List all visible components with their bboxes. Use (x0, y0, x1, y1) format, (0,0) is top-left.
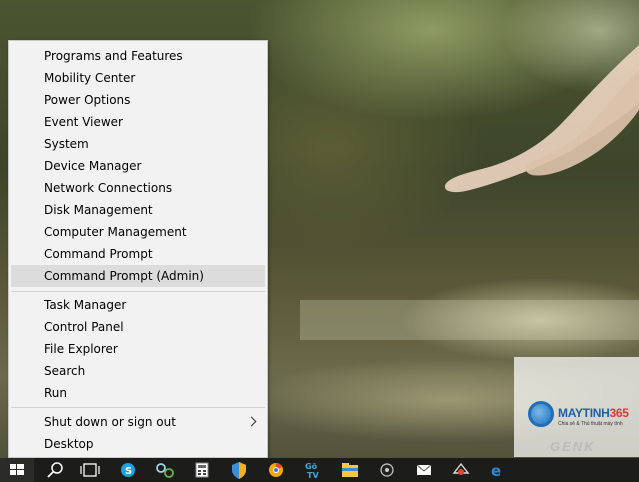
taskbar: S Gõ TV e (0, 458, 639, 482)
go-tv-icon: Gõ TV (305, 462, 319, 480)
network-apps-icon (156, 463, 174, 478)
menu-item-label: Disk Management (44, 203, 153, 217)
mail-icon (416, 464, 432, 475)
watermark-brand: MAYTINH (558, 406, 610, 420)
menu-item-mobility-center[interactable]: Mobility Center (11, 67, 265, 89)
menu-item-search[interactable]: Search (11, 360, 265, 382)
taskbar-mail[interactable] (406, 458, 443, 482)
menu-item-label: Network Connections (44, 181, 173, 195)
taskbar-shield-app[interactable] (221, 458, 258, 482)
menu-item-programs-and-features[interactable]: Programs and Features (11, 45, 265, 67)
calculator-icon (195, 462, 209, 478)
task-view-button[interactable] (72, 458, 109, 482)
search-icon (47, 462, 63, 478)
menu-item-run[interactable]: Run (11, 382, 265, 404)
menu-item-label: Run (44, 386, 68, 400)
task-view-icon (80, 463, 100, 477)
menu-item-label: Event Viewer (44, 115, 123, 129)
menu-item-label: Power Options (44, 93, 131, 107)
search-button[interactable] (37, 458, 74, 482)
watermark-tagline: Chia sẻ & Thủ thuật máy tính (558, 421, 623, 427)
menu-item-label: Command Prompt (Admin) (44, 269, 204, 283)
menu-item-label: Task Manager (44, 298, 127, 312)
chrome-canary-icon (269, 463, 283, 477)
watermark-brand-number: 365 (609, 406, 629, 420)
menu-item-label: File Explorer (44, 342, 118, 356)
menu-item-desktop[interactable]: Desktop (11, 433, 265, 455)
menu-item-command-prompt-admin[interactable]: Command Prompt (Admin) (11, 265, 265, 287)
watermark-logo: MAYTINH365 Chia sẻ & Thủ thuật máy tính … (514, 357, 639, 457)
menu-item-disk-management[interactable]: Disk Management (11, 199, 265, 221)
menu-item-label: Computer Management (44, 225, 187, 239)
taskbar-calculator[interactable] (184, 458, 221, 482)
media-app-icon (380, 463, 394, 477)
watermark-corner-text: GENK (550, 439, 596, 454)
menu-item-label: System (44, 137, 89, 151)
globe-logo-icon (528, 401, 554, 427)
svg-text:TV: TV (307, 471, 319, 480)
fax-printer-icon (452, 462, 470, 475)
taskbar-skype[interactable]: S (110, 458, 147, 482)
menu-item-shut-down-or-sign-out[interactable]: Shut down or sign out (11, 411, 265, 433)
taskbar-media-app[interactable] (369, 458, 406, 482)
start-button[interactable] (0, 458, 34, 482)
svg-text:Gõ: Gõ (305, 462, 318, 471)
edge-browser-icon: e (491, 462, 501, 480)
svg-text:S: S (125, 466, 132, 477)
menu-item-network-connections[interactable]: Network Connections (11, 177, 265, 199)
menu-item-control-panel[interactable]: Control Panel (11, 316, 265, 338)
taskbar-chrome-canary[interactable] (258, 458, 295, 482)
taskbar-go-tv[interactable]: Gõ TV (295, 458, 332, 482)
menu-item-command-prompt[interactable]: Command Prompt (11, 243, 265, 265)
taskbar-fax-printer[interactable] (443, 458, 480, 482)
start-windows-icon (10, 464, 24, 475)
menu-item-task-manager[interactable]: Task Manager (11, 294, 265, 316)
menu-item-label: Control Panel (44, 320, 124, 334)
svg-text:e: e (491, 462, 501, 480)
menu-item-computer-management[interactable]: Computer Management (11, 221, 265, 243)
taskbar-file-explorer[interactable] (332, 458, 369, 482)
menu-item-label: Command Prompt (44, 247, 153, 261)
menu-item-system[interactable]: System (11, 133, 265, 155)
menu-item-label: Mobility Center (44, 71, 136, 85)
winx-context-menu: Programs and Features Mobility Center Po… (8, 40, 268, 458)
menu-item-label: Desktop (44, 437, 94, 451)
menu-item-label: Shut down or sign out (44, 415, 176, 429)
skype-icon: S (121, 463, 135, 477)
menu-item-file-explorer[interactable]: File Explorer (11, 338, 265, 360)
menu-item-label: Programs and Features (44, 49, 183, 63)
menu-separator (11, 407, 265, 408)
menu-item-label: Device Manager (44, 159, 142, 173)
taskbar-edge[interactable]: e (480, 458, 517, 482)
chevron-right-icon (246, 416, 257, 427)
menu-item-device-manager[interactable]: Device Manager (11, 155, 265, 177)
file-explorer-icon (342, 463, 358, 477)
shield-app-icon (232, 462, 246, 479)
menu-item-power-options[interactable]: Power Options (11, 89, 265, 111)
menu-item-event-viewer[interactable]: Event Viewer (11, 111, 265, 133)
menu-separator (11, 291, 265, 292)
taskbar-network-app[interactable] (147, 458, 184, 482)
menu-item-label: Search (44, 364, 86, 378)
